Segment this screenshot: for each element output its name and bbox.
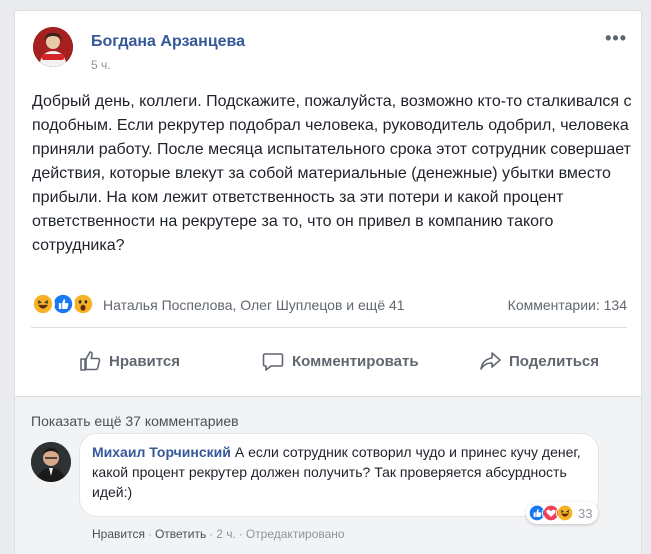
reaction-icons[interactable] bbox=[31, 292, 99, 316]
post-header: Богдана Арзанцева 5 ч. ••• bbox=[15, 11, 641, 81]
author-avatar[interactable] bbox=[33, 27, 73, 67]
post-text: Добрый день, коллеги. Подскажите, пожалу… bbox=[32, 93, 632, 254]
commenter-avatar[interactable] bbox=[31, 442, 71, 482]
meta-separator: · bbox=[209, 527, 214, 541]
comment-bubble-icon bbox=[262, 353, 284, 371]
haha-icon bbox=[556, 504, 574, 522]
share-arrow-icon bbox=[480, 352, 501, 370]
reaction-names[interactable]: Наталья Поспелова, Олег Шуплецов и ещё 4… bbox=[103, 297, 405, 313]
post-actions: Нравится Комментировать Поделиться bbox=[31, 339, 627, 383]
comment-reactions-badge[interactable]: 33 bbox=[526, 502, 599, 524]
like-label: Нравится bbox=[109, 352, 181, 370]
comment-author-name[interactable]: Михаил Торчинский bbox=[92, 444, 231, 460]
comment-reply-link[interactable]: Ответить bbox=[155, 527, 206, 541]
comment-label: Комментировать bbox=[292, 352, 419, 370]
comments-count-link[interactable]: Комментарии: 134 bbox=[508, 297, 627, 313]
comments-section: Показать ещё 37 комментариев Михаил Торч… bbox=[15, 396, 641, 554]
comment-reaction-count: 33 bbox=[578, 505, 593, 521]
post-author-name[interactable]: Богдана Арзанцева bbox=[91, 33, 245, 51]
more-options-icon[interactable]: ••• bbox=[605, 28, 627, 49]
reactions-bar: Наталья Поспелова, Олег Шуплецов и ещё 4… bbox=[31, 291, 627, 319]
post-timestamp[interactable]: 5 ч. bbox=[91, 58, 111, 72]
divider bbox=[31, 327, 627, 328]
comment-edited-label[interactable]: Отредактировано bbox=[246, 527, 345, 541]
show-more-comments-link[interactable]: Показать ещё 37 комментариев bbox=[31, 413, 239, 429]
comment-bubble: Михаил Торчинский А если сотрудник сотвор… bbox=[79, 433, 599, 517]
share-label: Поделиться bbox=[509, 352, 600, 370]
post-card: Богдана Арзанцева 5 ч. ••• Добрый день, … bbox=[14, 10, 642, 554]
comment-like-link[interactable]: Нравится bbox=[92, 527, 145, 541]
share-button[interactable]: Поделиться bbox=[479, 339, 599, 383]
thumbs-up-icon bbox=[80, 351, 101, 371]
like-button[interactable]: Нравится bbox=[79, 339, 180, 383]
haha-icon bbox=[31, 292, 55, 316]
comment-button[interactable]: Комментировать bbox=[262, 339, 419, 383]
meta-separator: · bbox=[238, 527, 243, 541]
comment-time[interactable]: 2 ч. bbox=[216, 527, 236, 541]
meta-separator: · bbox=[147, 527, 152, 541]
comment-meta: Нравится · Ответить · 2 ч. · Отредактировано bbox=[92, 527, 345, 541]
